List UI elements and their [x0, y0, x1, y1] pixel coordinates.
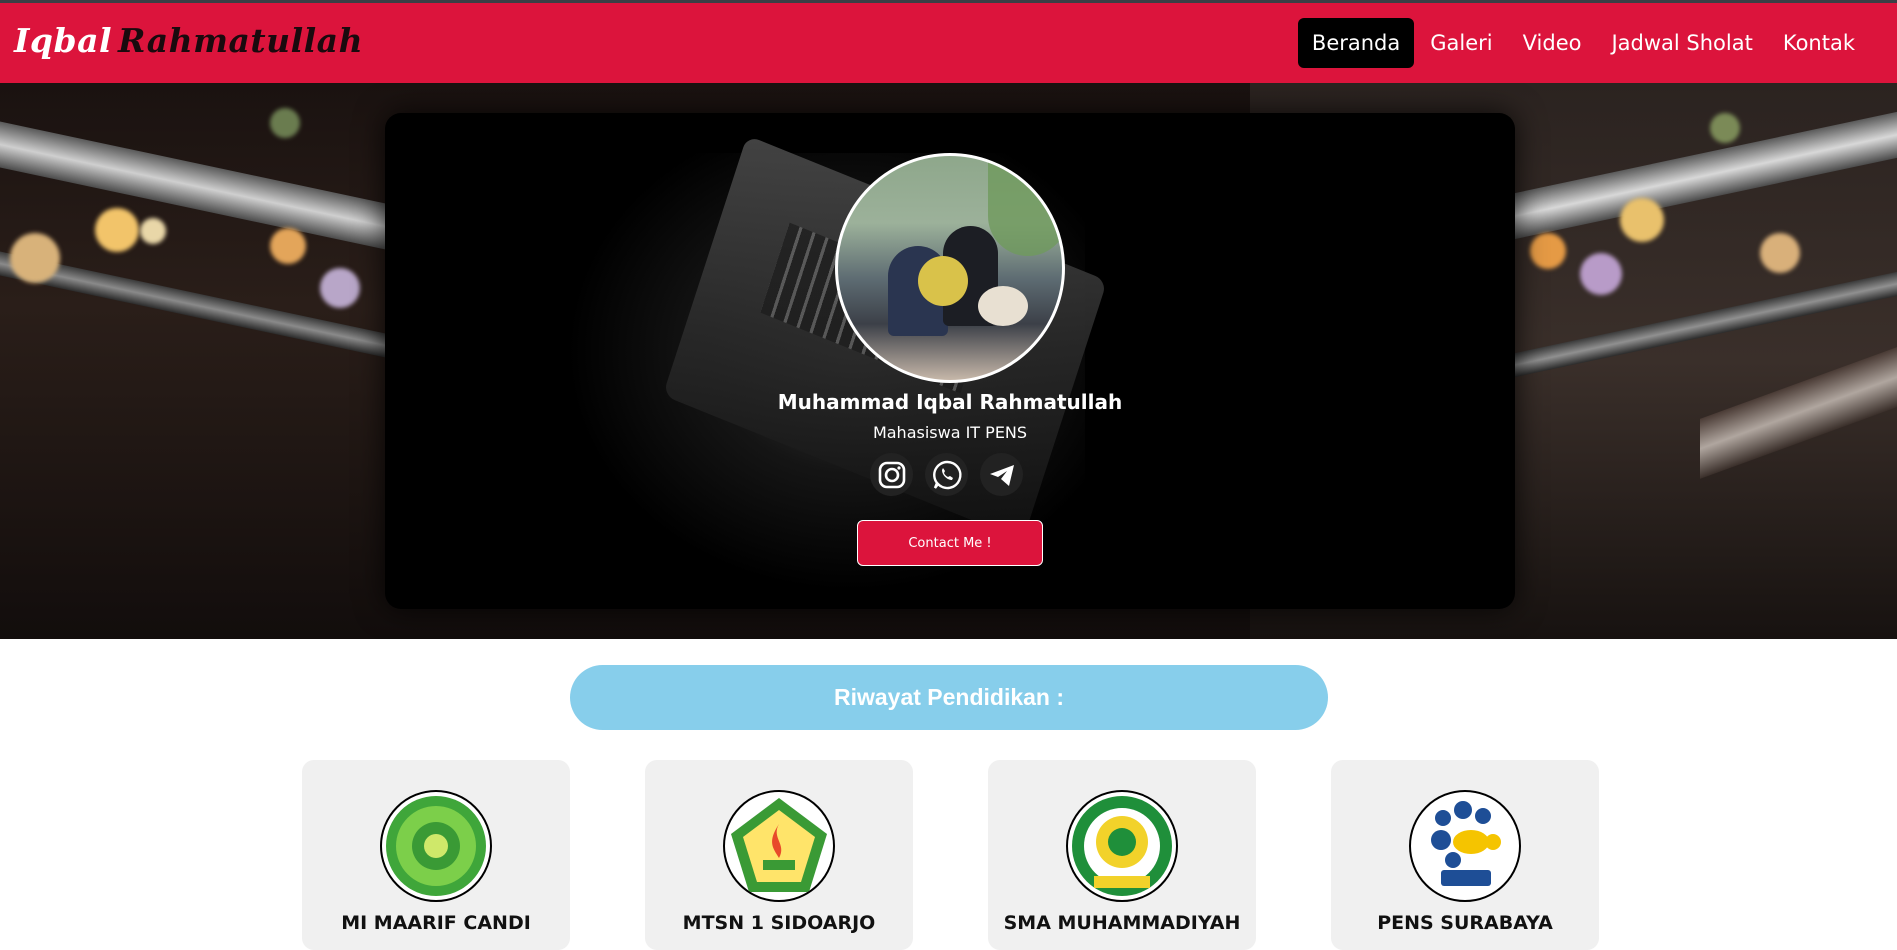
hero-section: Muhammad Iqbal Rahmatullah Mahasiswa IT …: [0, 83, 1897, 639]
bokeh-light: [1530, 233, 1566, 269]
profile-role: Mahasiswa IT PENS: [872, 423, 1028, 442]
telegram-icon[interactable]: [980, 453, 1023, 496]
profile-card: Muhammad Iqbal Rahmatullah Mahasiswa IT …: [385, 113, 1515, 609]
school-name: MI MAARIF CANDI: [341, 912, 531, 934]
bokeh-light: [1710, 113, 1740, 143]
bokeh-light: [270, 228, 306, 264]
nav-link-kontak[interactable]: Kontak: [1769, 18, 1869, 68]
school-name: SMA MUHAMMADIYAH: [1003, 912, 1241, 934]
education-card-pens: PENS SURABAYA: [1331, 760, 1599, 950]
nav-link-jadwal-sholat[interactable]: Jadwal Sholat: [1597, 18, 1766, 68]
profile-name: Muhammad Iqbal Rahmatullah: [777, 390, 1123, 414]
nav-links: Beranda Galeri Video Jadwal Sholat Konta…: [1297, 18, 1869, 68]
bokeh-light: [10, 233, 60, 283]
bokeh-light: [140, 218, 166, 244]
education-card-mi-maarif: MI MAARIF CANDI: [302, 760, 570, 950]
education-card-sma-muhammadiyah: SMA MUHAMMADIYAH: [988, 760, 1256, 950]
brand-logo[interactable]: Iqbal Rahmatullah: [14, 21, 363, 60]
sma-muhammadiyah-logo-icon: [1066, 790, 1178, 902]
contact-me-button[interactable]: Contact Me !: [857, 520, 1043, 566]
bokeh-light: [1580, 253, 1622, 295]
bokeh-light: [270, 108, 300, 138]
whatsapp-icon[interactable]: [925, 453, 968, 496]
school-name: MTSN 1 SIDOARJO: [682, 912, 876, 934]
pens-logo-icon: [1409, 790, 1521, 902]
bokeh-light: [320, 268, 360, 308]
navbar: Iqbal Rahmatullah Beranda Galeri Video Ja…: [0, 0, 1897, 83]
brand-last-name: Rahmatullah: [118, 21, 364, 60]
bokeh-light: [1760, 233, 1800, 273]
brand-first-name: Iqbal: [14, 21, 113, 60]
bokeh-light: [95, 208, 139, 252]
nav-link-beranda[interactable]: Beranda: [1297, 18, 1415, 68]
mtsn-logo-icon: [723, 790, 835, 902]
social-links: [870, 453, 1023, 496]
instagram-icon[interactable]: [870, 453, 913, 496]
bokeh-light: [1620, 198, 1664, 242]
nav-link-video[interactable]: Video: [1509, 18, 1596, 68]
education-card-mtsn: MTSN 1 SIDOARJO: [645, 760, 913, 950]
mi-maarif-logo-icon: [380, 790, 492, 902]
nav-link-galeri[interactable]: Galeri: [1416, 18, 1506, 68]
school-name: PENS SURABAYA: [1377, 912, 1553, 934]
education-section-title: Riwayat Pendidikan :: [570, 665, 1328, 730]
profile-avatar: [835, 153, 1065, 383]
